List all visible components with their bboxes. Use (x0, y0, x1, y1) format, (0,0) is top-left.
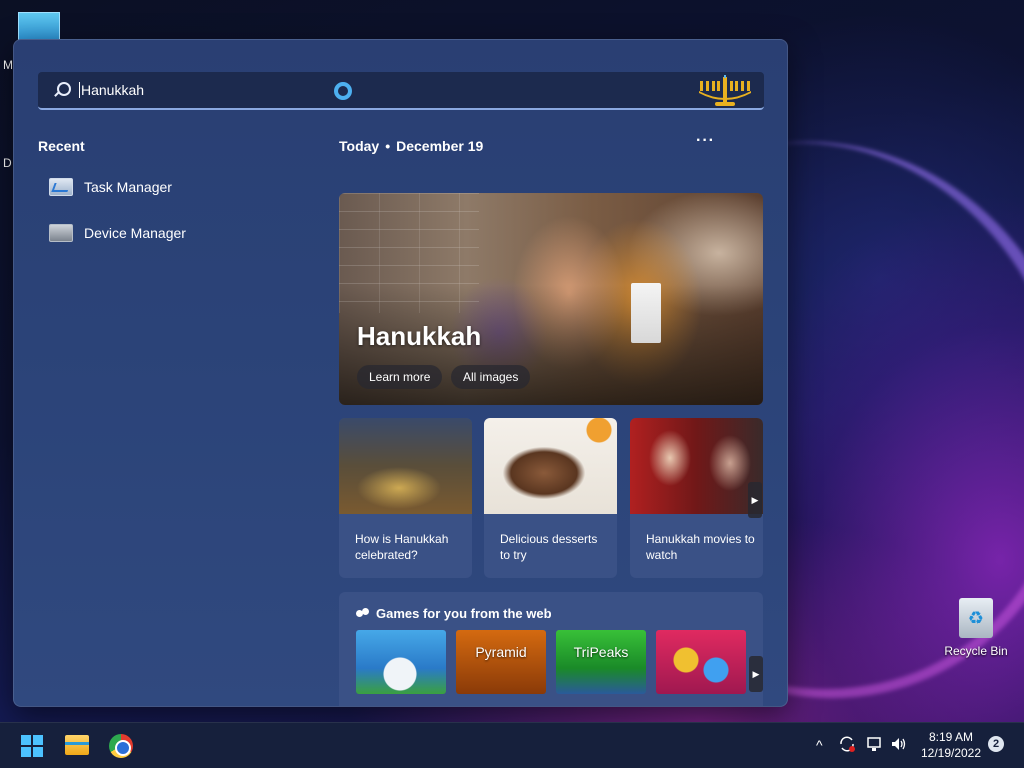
hero-image-candles (631, 283, 661, 343)
chrome-icon[interactable] (109, 734, 133, 758)
game-tile-pyramid[interactable]: Pyramid (456, 630, 546, 694)
games-scroll-right-arrow[interactable]: ▶ (749, 656, 763, 692)
network-icon[interactable] (866, 735, 884, 753)
hero-card[interactable]: Hanukkah Learn more All images (339, 193, 763, 405)
start-button-windows-icon[interactable] (21, 735, 43, 757)
card-caption: Delicious desserts to try (500, 532, 598, 562)
menorah-icon (699, 75, 751, 106)
games-header: Games for you from the web (356, 606, 552, 621)
file-explorer-icon[interactable] (65, 735, 89, 755)
recent-item-task-manager[interactable]: Task Manager (38, 169, 298, 205)
game-tile[interactable] (656, 630, 746, 694)
story-card[interactable]: How is Hanukkah celebrated? (339, 418, 472, 578)
scroll-right-arrow[interactable]: ▶ (748, 482, 762, 518)
card-caption: How is Hanukkah celebrated? (355, 532, 449, 562)
card-image (484, 418, 617, 514)
search-input[interactable] (79, 82, 319, 98)
search-icon (54, 82, 71, 98)
card-image (339, 418, 472, 514)
games-icon (356, 607, 370, 620)
games-title: Games for you from the web (376, 606, 552, 621)
taskbar-clock[interactable]: 8:19 AM 12/19/2022 (918, 729, 984, 761)
desktop-icon-label-fragment: D (3, 156, 12, 170)
today-date: December 19 (396, 138, 484, 154)
task-manager-icon (49, 178, 73, 196)
notification-badge[interactable]: 2 (988, 736, 1004, 752)
cortana-icon[interactable] (334, 82, 352, 100)
game-title: Pyramid (475, 644, 527, 660)
recycle-bin-label: Recycle Bin (944, 644, 1008, 658)
desktop-shortcut-icon[interactable] (18, 12, 60, 42)
recent-item-device-manager[interactable]: Device Manager (38, 215, 298, 251)
games-panel: Games for you from the web Pyramid TriPe… (339, 592, 763, 706)
separator-dot: • (385, 138, 391, 154)
today-label: Today (339, 138, 380, 154)
recent-item-label: Task Manager (84, 179, 172, 195)
story-card[interactable]: Hanukkah movies to watch (630, 418, 763, 578)
story-card[interactable]: Delicious desserts to try (484, 418, 617, 578)
volume-icon[interactable] (890, 735, 908, 753)
recent-item-label: Device Manager (84, 225, 186, 241)
hero-title: Hanukkah (357, 321, 482, 351)
recent-heading: Recent (38, 138, 85, 154)
recycle-bin[interactable]: ♻ Recycle Bin (942, 598, 1010, 658)
device-manager-icon (49, 224, 73, 242)
start-menu: Recent Task Manager Device Manager Today… (13, 39, 788, 707)
recycle-bin-icon: ♻ (959, 598, 993, 638)
sync-icon[interactable] (838, 735, 856, 753)
taskbar: ^ 8:19 AM 12/19/2022 2 (0, 722, 1024, 768)
game-title: TriPeaks (573, 644, 629, 660)
card-image (630, 418, 763, 514)
game-tile[interactable] (356, 630, 446, 694)
all-images-button[interactable]: All images (451, 365, 531, 389)
game-tile-tripeaks[interactable]: TriPeaks (556, 630, 646, 694)
more-options-button[interactable]: ··· (696, 132, 715, 150)
clock-time: 8:19 AM (928, 730, 974, 744)
desktop-icon-label-fragment: M (3, 58, 13, 72)
today-header: Today • December 19 (339, 138, 483, 154)
card-caption: Hanukkah movies to watch (646, 532, 755, 562)
show-hidden-icons-chevron-icon[interactable]: ^ (816, 737, 823, 753)
hero-image-bricks (339, 193, 479, 313)
clock-date: 12/19/2022 (920, 746, 982, 760)
search-box[interactable] (38, 72, 764, 110)
learn-more-button[interactable]: Learn more (357, 365, 443, 389)
